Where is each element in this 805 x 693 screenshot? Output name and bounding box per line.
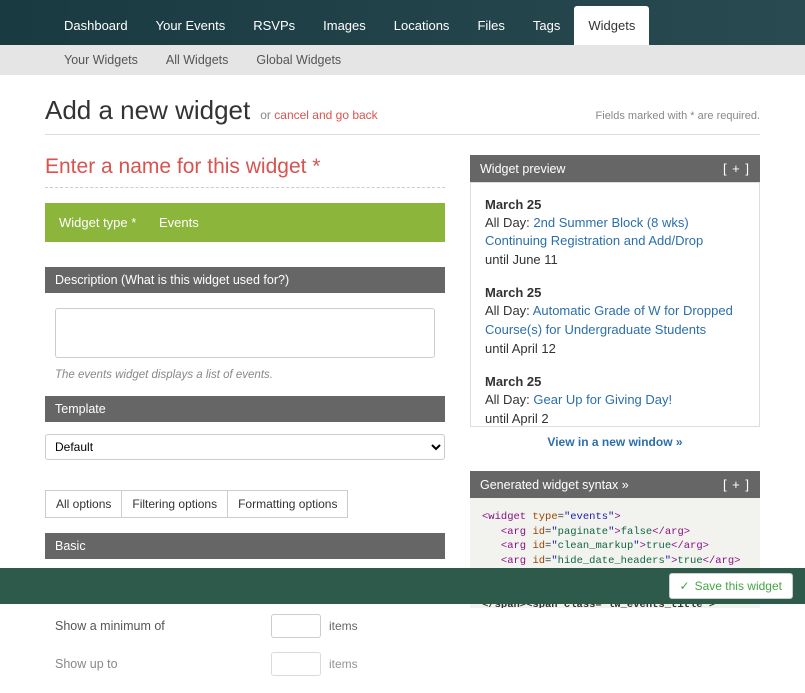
cancel-link[interactable]: cancel and go back (274, 108, 377, 122)
secondary-nav: Your Widgets All Widgets Global Widgets (0, 45, 805, 75)
view-new-window-link[interactable]: View in a new window » (470, 427, 760, 457)
nav-widgets[interactable]: Widgets (574, 6, 649, 45)
event-until: until June 11 (485, 252, 745, 267)
preview-box: March 25 All Day: 2nd Summer Block (8 wk… (470, 182, 760, 427)
template-select[interactable]: Default (45, 434, 445, 460)
tab-filtering-options[interactable]: Filtering options (121, 490, 228, 518)
nav-locations[interactable]: Locations (380, 6, 464, 45)
save-widget-button[interactable]: ✓ Save this widget (669, 573, 793, 599)
show-max-label: Show up to (55, 657, 271, 671)
items-suffix: items (329, 619, 379, 633)
option-tabs: All options Filtering options Formatting… (45, 490, 445, 518)
preview-event-item: March 25 All Day: 2nd Summer Block (8 wk… (485, 197, 745, 267)
description-textarea[interactable] (55, 308, 435, 358)
show-max-input[interactable] (271, 652, 321, 676)
syntax-expand-icon[interactable]: [ + ] (723, 477, 750, 492)
syntax-title-link[interactable]: Generated widget syntax » (480, 478, 629, 492)
preview-header: Widget preview [ + ] (470, 155, 760, 182)
primary-nav: Dashboard Your Events RSVPs Images Locat… (0, 0, 805, 45)
description-helper: The events widget displays a list of eve… (55, 369, 435, 381)
preview-expand-icon[interactable]: [ + ] (723, 161, 750, 176)
syntax-header: Generated widget syntax » [ + ] (470, 471, 760, 498)
show-min-label: Show a minimum of (55, 619, 271, 633)
subnav-global-widgets[interactable]: Global Widgets (242, 53, 355, 67)
widget-type-bar[interactable]: Widget type * Events (45, 203, 445, 242)
required-note: Fields marked with * are required. (596, 110, 760, 122)
check-icon: ✓ (680, 579, 690, 593)
preview-event-item: March 25 All Day: Gear Up for Giving Day… (485, 374, 745, 426)
event-date: March 25 (485, 285, 745, 300)
nav-files[interactable]: Files (463, 6, 518, 45)
nav-your-events[interactable]: Your Events (142, 6, 240, 45)
nav-dashboard[interactable]: Dashboard (50, 6, 142, 45)
description-header: Description (What is this widget used fo… (45, 267, 445, 293)
subnav-all-widgets[interactable]: All Widgets (152, 53, 243, 67)
basic-header: Basic (45, 533, 445, 559)
cancel-text: or cancel and go back (260, 108, 377, 122)
title-row: Add a new widget or cancel and go back F… (45, 95, 760, 135)
nav-rsvps[interactable]: RSVPs (239, 6, 309, 45)
row-show-max: Show up to items (45, 645, 445, 683)
nav-images[interactable]: Images (309, 6, 380, 45)
footer-bar: ✓ Save this widget (0, 568, 805, 604)
nav-tags[interactable]: Tags (519, 6, 574, 45)
widget-type-label: Widget type * (59, 215, 159, 230)
event-until: until April 12 (485, 341, 745, 356)
event-date: March 25 (485, 197, 745, 212)
row-show-min: Show a minimum of items (45, 607, 445, 645)
tab-formatting-options[interactable]: Formatting options (227, 490, 348, 518)
event-link[interactable]: Gear Up for Giving Day! (533, 392, 672, 407)
page-title: Add a new widget (45, 95, 250, 126)
subnav-your-widgets[interactable]: Your Widgets (50, 53, 152, 67)
tab-all-options[interactable]: All options (45, 490, 122, 518)
show-min-input[interactable] (271, 614, 321, 638)
template-header: Template (45, 396, 445, 422)
widget-name-input[interactable]: Enter a name for this widget * (45, 155, 445, 188)
widget-type-value: Events (159, 215, 199, 230)
items-suffix-2: items (329, 657, 379, 671)
event-until: until April 2 (485, 411, 745, 426)
preview-event-item: March 25 All Day: Automatic Grade of W f… (485, 285, 745, 355)
event-date: March 25 (485, 374, 745, 389)
